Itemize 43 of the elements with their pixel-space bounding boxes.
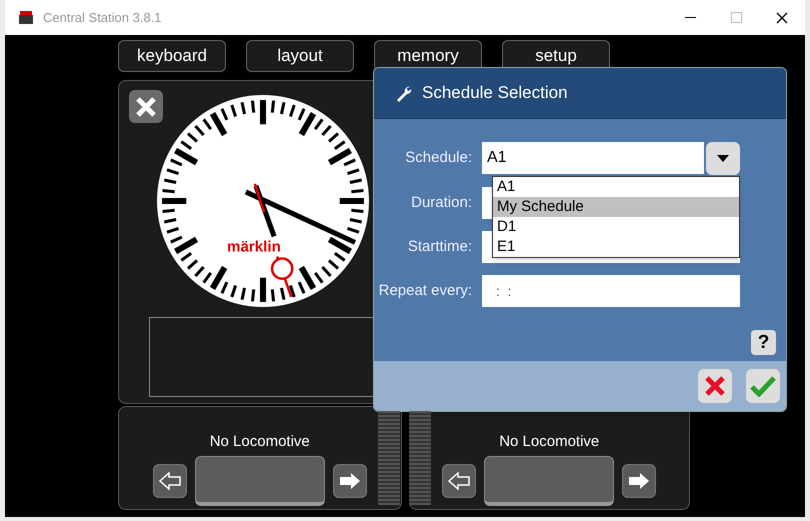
dropdown-option[interactable]: D1 bbox=[493, 217, 739, 237]
station-clock: märklin bbox=[157, 95, 369, 307]
dropdown-option[interactable]: E1 bbox=[493, 237, 739, 257]
field-label: Schedule: bbox=[404, 148, 473, 168]
confirm-button[interactable] bbox=[746, 369, 780, 403]
nav-button[interactable]: keyboard bbox=[118, 40, 226, 72]
dropdown-button[interactable] bbox=[706, 142, 740, 175]
close-button[interactable] bbox=[129, 90, 163, 123]
left-arrow-icon bbox=[158, 472, 181, 490]
wrench-icon bbox=[396, 84, 412, 102]
dropdown-option[interactable]: My Schedule bbox=[493, 197, 739, 217]
locomotive-name: No Locomotive bbox=[499, 432, 600, 452]
dialog-title: Schedule Selection bbox=[422, 82, 568, 104]
caret-icon bbox=[717, 155, 729, 162]
speed-slider[interactable] bbox=[378, 411, 400, 505]
speed-slider[interactable] bbox=[408, 411, 430, 505]
dropdown-option[interactable]: A1 bbox=[493, 177, 739, 197]
cancel-button[interactable] bbox=[698, 369, 732, 403]
right-arrow-icon bbox=[628, 472, 650, 490]
left-arrow-icon bbox=[448, 472, 470, 490]
locomotive-slot[interactable] bbox=[194, 456, 325, 506]
app-icon bbox=[17, 8, 35, 26]
locomotive-name: No Locomotive bbox=[210, 432, 310, 452]
checkmark-icon bbox=[750, 375, 776, 397]
input-field[interactable]: : : bbox=[482, 275, 740, 307]
right-arrow-button[interactable] bbox=[332, 464, 367, 498]
right-arrow-icon bbox=[338, 472, 361, 490]
help-button[interactable]: ? bbox=[751, 330, 776, 355]
right-arrow-button[interactable] bbox=[622, 464, 656, 498]
left-arrow-button[interactable] bbox=[152, 464, 187, 498]
cross-icon bbox=[704, 375, 726, 397]
minimize-icon bbox=[684, 16, 696, 18]
locomotive-slot[interactable] bbox=[484, 456, 614, 506]
window-title: Central Station 3.8.1 bbox=[43, 8, 162, 27]
field-label: Repeat every: bbox=[378, 280, 473, 301]
close-icon bbox=[135, 96, 157, 118]
schedule-select[interactable]: A1 bbox=[482, 142, 704, 174]
close-icon bbox=[776, 12, 788, 24]
left-arrow-button[interactable] bbox=[442, 464, 476, 498]
nav-button[interactable]: layout bbox=[246, 40, 354, 72]
maximize-icon bbox=[730, 12, 742, 23]
field-label: Starttime: bbox=[406, 236, 473, 257]
field-label: Duration: bbox=[410, 192, 473, 213]
